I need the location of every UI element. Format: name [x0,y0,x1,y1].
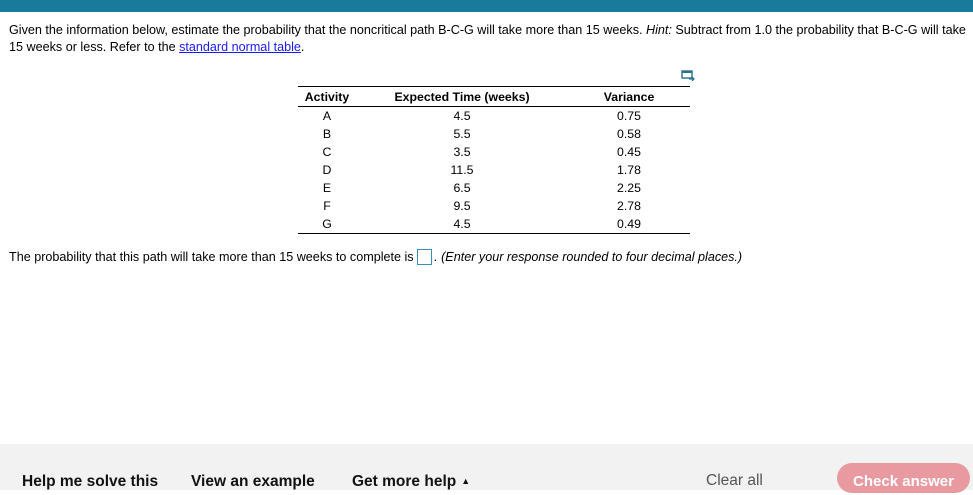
activity-cell: C [322,145,332,159]
clear-all-button[interactable]: Clear all [706,472,763,490]
table-row: C 3.5 0.45 [298,143,690,161]
get-more-help-button[interactable]: Get more help ▲ [352,473,470,491]
hint-label: Hint: [646,23,672,37]
expected-time-cell: 5.5 [453,127,471,141]
activity-cell: B [322,127,332,141]
help-me-solve-button[interactable]: Help me solve this [22,473,158,491]
expected-time-cell: 11.5 [450,163,474,177]
variance-cell: 0.49 [568,215,690,234]
standard-normal-table-link[interactable]: standard normal table [179,40,301,54]
header-variance: Variance [568,86,690,107]
answer-instruction: (Enter your response rounded to four dec… [441,250,743,264]
table-row: B 5.5 0.58 [298,125,690,143]
footer-bar: Help me solve this View an example Get m… [0,444,973,493]
answer-input[interactable] [416,249,432,265]
answer-period: . [433,250,438,264]
expected-time-cell: 4.5 [356,215,568,234]
table-row: A 4.5 0.75 [298,107,690,126]
expected-time-cell: 3.5 [453,145,471,159]
answer-prompt: The probability that this path will take… [9,250,414,264]
expected-time-cell: 4.5 [453,109,471,123]
variance-cell: 2.25 [617,181,641,195]
activity-cell: F [323,199,331,213]
table-row: D 11.5 1.78 [298,161,690,179]
variance-cell: 2.78 [617,199,641,213]
question-end: . [300,40,305,54]
caret-up-icon: ▲ [461,476,471,486]
popout-icon[interactable] [681,70,695,82]
question-intro: Given the information below, estimate th… [9,23,643,37]
variance-cell: 1.78 [617,163,641,177]
variance-cell: 0.75 [617,109,641,123]
activity-cell: E [322,181,332,195]
view-example-button[interactable]: View an example [191,473,315,491]
activity-cell: A [322,109,332,123]
variance-cell: 0.45 [617,145,641,159]
question-text: Given the information below, estimate th… [9,22,971,56]
table-row: G 4.5 0.49 [298,215,690,234]
answer-line: The probability that this path will take… [9,248,742,266]
table-row: F 9.5 2.78 [298,197,690,215]
expected-time-cell: 9.5 [453,199,471,213]
top-bar [0,0,973,12]
table-header-row: Activity Expected Time (weeks) Variance [298,86,690,107]
header-activity: Activity [298,86,356,107]
check-answer-button[interactable]: Check answer [837,463,970,493]
activity-cell: D [322,163,332,177]
table-row: E 6.5 2.25 [298,179,690,197]
variance-cell: 0.58 [617,127,641,141]
get-more-help-label: Get more help [352,473,457,490]
activity-table: Activity Expected Time (weeks) Variance … [298,86,690,234]
expected-time-cell: 6.5 [453,181,471,195]
header-expected-time: Expected Time (weeks) [356,86,568,107]
activity-cell: G [298,215,356,234]
